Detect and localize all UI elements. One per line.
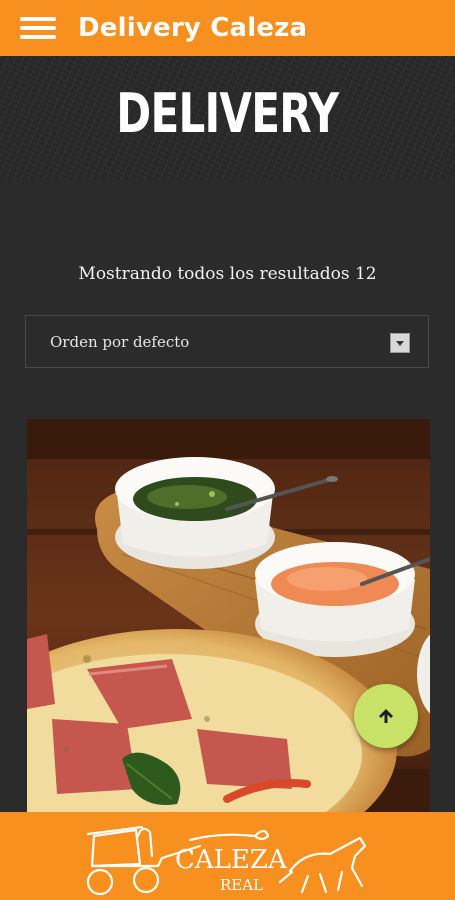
sort-order-value: Orden por defecto	[50, 332, 190, 351]
logo-text-real: REAL	[220, 876, 263, 894]
app-title: Delivery Caleza	[78, 13, 308, 43]
sort-order-select[interactable]: Orden por defecto	[25, 315, 429, 368]
product-image[interactable]	[27, 419, 430, 812]
footer-banner: CALEZA REAL	[0, 812, 455, 900]
page-title: DELIVERY	[116, 82, 339, 145]
app-bar: Delivery Caleza	[0, 0, 455, 56]
scroll-to-top-button[interactable]	[354, 684, 418, 748]
caleza-real-logo: CALEZA REAL	[86, 825, 367, 896]
page-hero: DELIVERY	[0, 56, 455, 180]
arrow-up-icon	[379, 709, 393, 723]
dropdown-arrow-icon	[390, 333, 410, 353]
result-count: Mostrando todos los resultados 12	[78, 264, 377, 284]
hamburger-menu-icon[interactable]	[20, 15, 56, 41]
logo-text-caleza: CALEZA	[175, 845, 288, 875]
food-photo	[27, 419, 430, 812]
